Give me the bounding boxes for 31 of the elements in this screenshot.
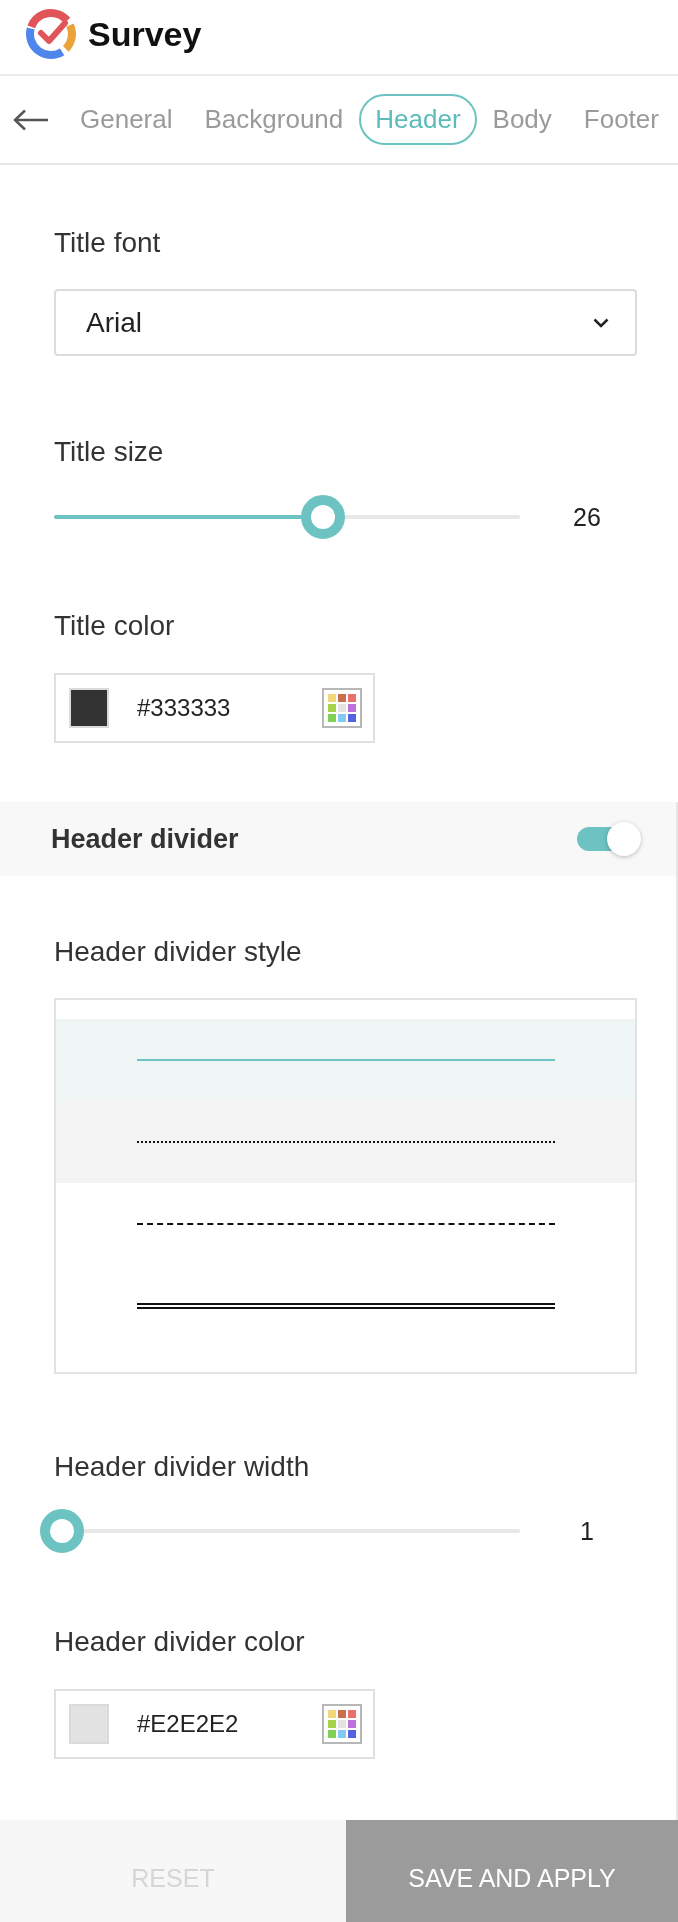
field-label: Title color [54, 609, 175, 643]
field-label: Title font [54, 226, 161, 260]
color-field[interactable]: #333333 [54, 673, 375, 743]
color-field[interactable]: #E2E2E2 [54, 1689, 375, 1759]
field-label: Title size [54, 435, 164, 469]
app-title: Survey [88, 14, 202, 54]
slider-value: 1 [579, 1516, 595, 1546]
font-dropdown[interactable]: Arial [54, 289, 637, 356]
dotted-line-icon [137, 1141, 555, 1143]
color-palette-icon[interactable] [322, 688, 362, 728]
slider-thumb[interactable] [40, 1509, 84, 1553]
solid-line-icon [137, 1059, 555, 1061]
slider-thumb[interactable] [301, 495, 346, 539]
back-arrow-icon[interactable] [13, 108, 49, 131]
color-palette-icon[interactable] [322, 1704, 362, 1744]
chevron-down-icon [593, 317, 609, 328]
tab[interactable]: General [64, 94, 189, 145]
double-line-icon [137, 1303, 555, 1309]
slider[interactable] [40, 1509, 520, 1553]
field-label: Header divider width [54, 1450, 310, 1484]
tab[interactable]: Body [476, 94, 568, 145]
field-label: Header divider color [54, 1625, 305, 1659]
field-label: Header divider style [54, 935, 302, 969]
dashed-line-icon [137, 1223, 555, 1225]
toggle-switch[interactable] [577, 822, 641, 856]
logo-icon [25, 8, 77, 60]
tab[interactable]: Background [188, 94, 360, 145]
section-title: Header divider [51, 823, 239, 855]
tab[interactable]: Footer [567, 94, 675, 145]
tab[interactable]: Header [359, 94, 477, 145]
slider-value: 26 [572, 502, 602, 532]
